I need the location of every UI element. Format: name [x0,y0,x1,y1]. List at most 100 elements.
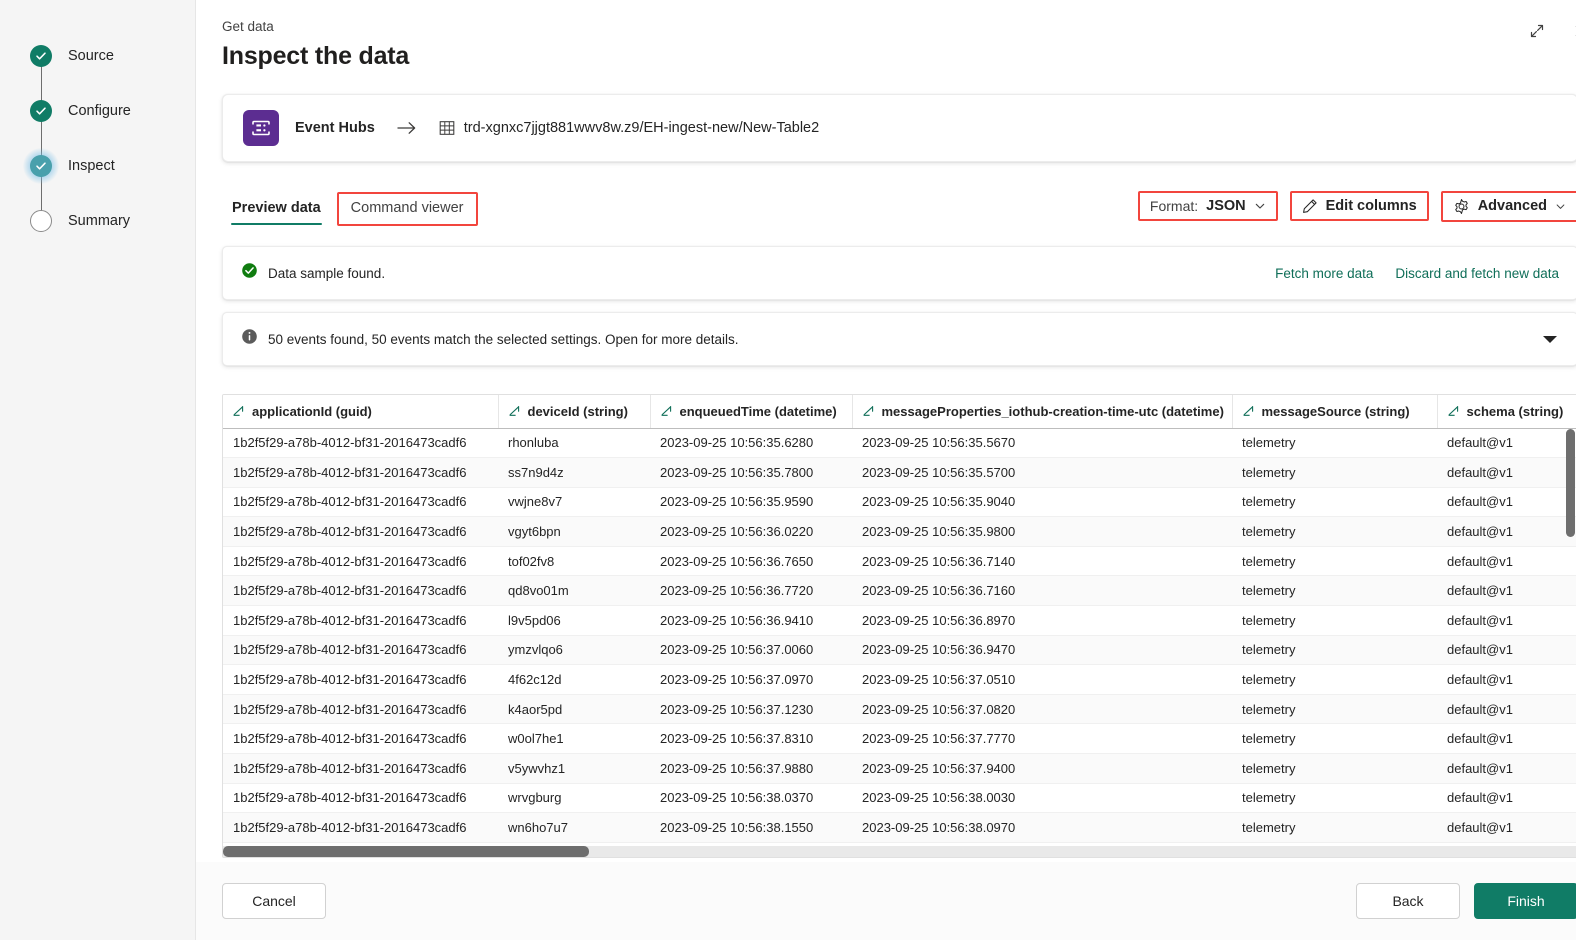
cell-enqueuedtime: 2023-09-25 10:56:36.9410 [650,605,852,636]
window-actions [1522,16,1576,46]
table-row[interactable]: 1b2f5f29-a78b-4012-bf31-2016473cadf6 ss7n… [223,457,1576,488]
column-header-messageproperties[interactable]: messageProperties_iothub-creation-time-u… [852,395,1233,429]
table-row[interactable]: 1b2f5f29-a78b-4012-bf31-2016473cadf6 v5yw… [223,753,1576,784]
wizard-step-summary[interactable]: Summary [30,193,195,248]
expand-icon[interactable] [1522,16,1552,46]
close-icon[interactable] [1566,16,1576,46]
table-row[interactable]: 1b2f5f29-a78b-4012-bf31-2016473cadf6 ymzv… [223,635,1576,666]
cell-deviceid: k4aor5pd [498,694,650,725]
cell-deviceid: l9v5pd06 [498,605,650,636]
column-header-applicationid[interactable]: applicationId (guid) [223,395,499,429]
format-label: Format: [1149,198,1199,214]
table-row[interactable]: 1b2f5f29-a78b-4012-bf31-2016473cadf6 k4ao… [223,694,1576,725]
cancel-button[interactable]: Cancel [222,883,326,919]
table-row[interactable]: 1b2f5f29-a78b-4012-bf31-2016473cadf6 tof0… [223,546,1576,577]
chevron-down-glyph-icon [1255,203,1264,209]
table-row[interactable]: 1b2f5f29-a78b-4012-bf31-2016473cadf6 rhon… [223,428,1576,459]
page-title: Inspect the data [222,42,410,70]
cell-schema: default@v1 [1437,723,1576,755]
wizard-footer: Cancel Back Finish [196,862,1576,940]
table-row[interactable]: 1b2f5f29-a78b-4012-bf31-2016473cadf6 l9v5… [223,605,1576,636]
column-header-label: deviceId (string) [527,403,628,419]
get-data-wizard: Source Configure Inspect Summary Get dat… [0,0,1576,940]
cell-schema: default@v1 [1437,753,1576,784]
tab-preview-data[interactable]: Preview data [222,192,331,226]
cell-messageproperties: 2023-09-25 10:56:35.5700 [852,457,1232,488]
cell-schema: default@v1 [1437,546,1576,577]
column-header-label: messageSource (string) [1261,403,1410,419]
event-hubs-icon [243,110,279,146]
tab-command-viewer[interactable]: Command viewer [336,192,478,226]
cell-deviceid: 4f62c12d [498,664,650,695]
event-hubs-glyph-icon [252,120,270,136]
cell-enqueuedtime: 2023-09-25 10:56:35.9590 [650,487,852,518]
column-type-icon [660,405,673,417]
vertical-scrollbar-thumb[interactable] [1566,429,1575,537]
table-row[interactable]: 1b2f5f29-a78b-4012-bf31-2016473cadf6 wrvg… [223,783,1576,814]
arrow-right-icon [397,121,417,135]
cell-messageproperties: 2023-09-25 10:56:35.5670 [852,428,1232,459]
main-panel: Get data Inspect the data Event Hubs trd… [196,0,1576,940]
info-message-text: 50 events found, 50 events match the sel… [268,331,739,347]
column-type-glyph-icon [1242,406,1253,417]
checkmark-icon [36,51,46,60]
column-header-deviceid[interactable]: deviceId (string) [498,395,651,429]
cell-messagesource: telemetry [1232,487,1437,518]
column-header-messagesource[interactable]: messageSource (string) [1232,395,1438,429]
back-button[interactable]: Back [1356,883,1460,919]
cell-enqueuedtime: 2023-09-25 10:56:38.0370 [650,783,852,814]
page-header: Get data Inspect the data [196,0,1576,72]
cell-messagesource: telemetry [1232,635,1437,666]
discard-and-fetch-new-data-link[interactable]: Discard and fetch new data [1395,266,1559,281]
cell-messagesource: telemetry [1232,694,1437,725]
horizontal-scrollbar-thumb[interactable] [223,846,589,857]
source-destination-card: Event Hubs trd-xgnxc7jjgt881wwv8w.z9/EH-… [222,94,1576,162]
wizard-step-label: Configure [68,102,131,119]
wizard-step-source[interactable]: Source [30,28,195,104]
column-header-label: applicationId (guid) [252,403,372,419]
table-row[interactable]: 1b2f5f29-a78b-4012-bf31-2016473cadf6 vwjn… [223,487,1576,518]
preview-data-table: applicationId (guid) deviceId (string) e… [222,394,1576,858]
cell-deviceid: wrvgburg [498,783,650,814]
events-info-message-bar[interactable]: 50 events found, 50 events match the sel… [222,312,1576,366]
vertical-scrollbar[interactable] [1566,429,1575,855]
table-row[interactable]: 1b2f5f29-a78b-4012-bf31-2016473cadf6 4f62… [223,664,1576,695]
table-row[interactable]: 1b2f5f29-a78b-4012-bf31-2016473cadf6 w0ol… [223,723,1576,755]
column-header-enqueuedtime[interactable]: enqueuedTime (datetime) [650,395,853,429]
edit-columns-button[interactable]: Edit columns [1289,191,1429,221]
advanced-button[interactable]: Advanced [1440,190,1576,222]
cell-schema: default@v1 [1437,428,1576,459]
cell-schema: default@v1 [1437,664,1576,695]
cell-applicationid: 1b2f5f29-a78b-4012-bf31-2016473cadf6 [223,694,498,725]
step-connector-line [40,66,42,104]
expand-arrows-icon [1530,24,1544,38]
cell-applicationid: 1b2f5f29-a78b-4012-bf31-2016473cadf6 [223,487,498,518]
finish-button[interactable]: Finish [1474,883,1576,919]
cell-schema: default@v1 [1437,457,1576,488]
table-row[interactable]: 1b2f5f29-a78b-4012-bf31-2016473cadf6 qd8v… [223,575,1576,607]
wizard-step-configure[interactable]: Configure [30,83,195,159]
fetch-more-data-link[interactable]: Fetch more data [1275,266,1373,281]
step-complete-icon [30,99,52,122]
cell-deviceid: ss7n9d4z [498,457,650,488]
pencil-glyph-icon [1302,199,1317,213]
tabs-and-toolbar: Preview data Command viewer Format: JSON [222,186,1576,226]
cell-applicationid: 1b2f5f29-a78b-4012-bf31-2016473cadf6 [223,457,498,488]
success-check-glyph-icon [242,263,257,278]
cell-enqueuedtime: 2023-09-25 10:56:37.1230 [650,694,852,725]
cell-messagesource: telemetry [1232,812,1437,843]
table-row[interactable]: 1b2f5f29-a78b-4012-bf31-2016473cadf6 wn6h… [223,812,1576,843]
cell-messagesource: telemetry [1232,457,1437,488]
edit-columns-label: Edit columns [1325,198,1417,214]
data-sample-message-bar: Data sample found. Fetch more data Disca… [222,246,1576,300]
table-row[interactable]: 1b2f5f29-a78b-4012-bf31-2016473cadf6 vgyt… [223,516,1576,547]
breadcrumb: Get data [222,19,274,34]
format-selector[interactable]: Format: JSON [1137,191,1278,221]
column-header-schema[interactable]: schema (string) [1437,395,1576,429]
cell-deviceid: qd8vo01m [498,575,650,607]
horizontal-scrollbar[interactable] [223,846,1576,857]
wizard-step-inspect[interactable]: Inspect [23,138,195,214]
cell-applicationid: 1b2f5f29-a78b-4012-bf31-2016473cadf6 [223,635,498,666]
chevron-down-filled-icon[interactable] [1541,333,1559,345]
table-body: 1b2f5f29-a78b-4012-bf31-2016473cadf6 rhon… [223,428,1576,843]
